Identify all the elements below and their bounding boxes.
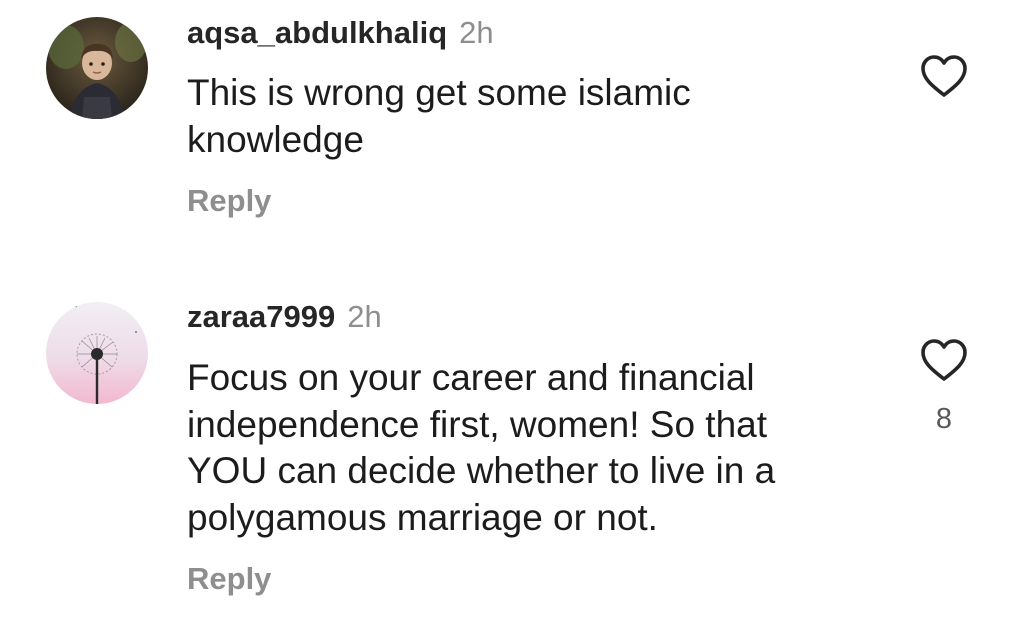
comment-text-line: Focus on your career and financial bbox=[187, 357, 755, 398]
heart-outline-icon bbox=[921, 339, 967, 381]
like-count: 8 bbox=[935, 403, 953, 435]
comment-text: Focus on your career and financial indep… bbox=[187, 355, 827, 541]
user-avatar[interactable] bbox=[46, 302, 148, 404]
timestamp: 2h bbox=[347, 299, 382, 334]
like-button[interactable] bbox=[919, 337, 969, 383]
comment-text-line: polygamous marriage or not. bbox=[187, 496, 658, 538]
comment-text-line: YOU can decide whether to live in a bbox=[187, 450, 776, 491]
comment-text-line: independence first, women! So that bbox=[187, 403, 768, 445]
reply-button[interactable]: Reply bbox=[187, 559, 271, 599]
dandelion-avatar-icon bbox=[46, 302, 148, 404]
comment-header: zaraa7999 2h bbox=[187, 297, 382, 337]
username[interactable]: zaraa7999 bbox=[187, 299, 335, 334]
comment-item: zaraa7999 2h Focus on your career and fin… bbox=[0, 0, 1024, 628]
